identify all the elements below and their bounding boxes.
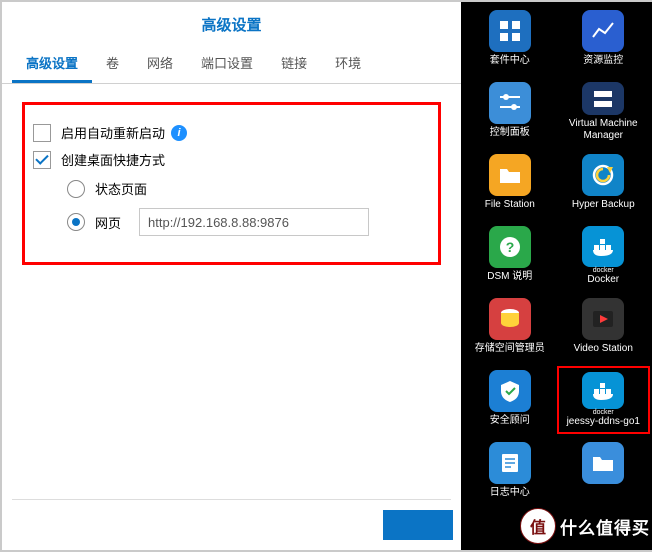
tab-env[interactable]: 环境 xyxy=(321,45,375,83)
web-page-radio[interactable] xyxy=(67,213,85,231)
status-page-label: 状态页面 xyxy=(95,179,147,198)
watermark-badge: 值 xyxy=(520,508,556,544)
auto-restart-label: 启用自动重新启动 xyxy=(61,123,165,142)
desktop-icon-7[interactable]: dockerDocker xyxy=(557,222,651,290)
desktop-icon-12[interactable]: 日志中心 xyxy=(463,438,557,506)
watermark: 值 什么值得买 xyxy=(520,508,650,544)
dialog-content: 启用自动重新启动 i 创建桌面快捷方式 状态页面 网页 xyxy=(2,84,461,283)
shortcut-label: 创建桌面快捷方式 xyxy=(61,150,165,169)
desktop-icon-label: 安全顾问 xyxy=(490,415,530,427)
tab-network[interactable]: 网络 xyxy=(133,45,187,83)
tab-advanced[interactable]: 高级设置 xyxy=(12,45,92,83)
desktop-icon-grid: 套件中心 资源监控控制面板 Virtual Machine Manager File … xyxy=(463,6,650,506)
desktop-icon-9[interactable]: Video Station xyxy=(557,294,651,362)
info-icon[interactable]: i xyxy=(171,125,187,141)
desktop-icon-label: jeessy-ddns-go1 xyxy=(567,416,640,428)
tab-link[interactable]: 链接 xyxy=(267,45,321,83)
desktop-icon-1[interactable]: 资源监控 xyxy=(557,6,651,74)
desktop-icon-label: 控制面板 xyxy=(490,127,530,139)
desktop-icon-4[interactable]: File Station xyxy=(463,150,557,218)
log-icon xyxy=(489,442,531,484)
tab-port[interactable]: 端口设置 xyxy=(187,45,267,83)
backup-icon xyxy=(582,154,624,196)
status-page-radio[interactable] xyxy=(67,180,85,198)
url-input[interactable] xyxy=(139,208,369,236)
desktop-icon-3[interactable]: Virtual Machine Manager xyxy=(557,78,651,146)
folder2-icon xyxy=(582,442,624,484)
svg-text:?: ? xyxy=(505,239,514,255)
play-icon xyxy=(582,298,624,340)
dialog-title: 高级设置 xyxy=(2,2,461,45)
desktop-icon-8[interactable]: 存储空间管理员 xyxy=(463,294,557,362)
desktop-icon-13[interactable] xyxy=(557,438,651,506)
docker-icon xyxy=(582,372,624,409)
server-icon xyxy=(582,82,624,115)
auto-restart-checkbox[interactable] xyxy=(33,124,51,142)
watermark-text: 什么值得买 xyxy=(560,514,650,539)
desktop-icon-2[interactable]: 控制面板 xyxy=(463,78,557,146)
highlight-annotation: 启用自动重新启动 i 创建桌面快捷方式 状态页面 网页 xyxy=(22,102,441,265)
desktop-area: 套件中心 资源监控控制面板 Virtual Machine Manager File … xyxy=(461,2,652,550)
desktop-icon-label: 资源监控 xyxy=(583,55,623,67)
desktop-icon-11[interactable]: dockerjeessy-ddns-go1 xyxy=(557,366,651,434)
sliders-icon xyxy=(489,82,531,124)
folder-icon xyxy=(489,154,531,196)
primary-button[interactable] xyxy=(383,510,453,540)
desktop-icon-label: 存储空间管理员 xyxy=(475,343,545,355)
desktop-icon-0[interactable]: 套件中心 xyxy=(463,6,557,74)
settings-dialog: 高级设置 高级设置 卷 网络 端口设置 链接 环境 启用自动重新启动 i 创建桌… xyxy=(2,2,461,550)
desktop-icon-10[interactable]: 安全顾问 xyxy=(463,366,557,434)
desktop-icon-label: 日志中心 xyxy=(490,487,530,499)
shield-icon xyxy=(489,370,531,412)
shortcut-checkbox[interactable] xyxy=(33,151,51,169)
desktop-icon-label: DSM 说明 xyxy=(487,271,532,283)
desktop-icon-label: Virtual Machine Manager xyxy=(559,118,649,142)
desktop-icon-label: 套件中心 xyxy=(490,55,530,67)
disk-icon xyxy=(489,298,531,340)
desktop-icon-label: Hyper Backup xyxy=(572,199,635,211)
desktop-icon-label: Docker xyxy=(587,274,619,286)
desktop-icon-5[interactable]: Hyper Backup xyxy=(557,150,651,218)
desktop-icon-label: File Station xyxy=(485,199,535,211)
chart-icon xyxy=(582,10,624,52)
help-icon: ? xyxy=(489,226,531,268)
tab-bar: 高级设置 卷 网络 端口设置 链接 环境 xyxy=(2,45,461,84)
desktop-icon-6[interactable]: ? DSM 说明 xyxy=(463,222,557,290)
footer-separator xyxy=(12,499,451,500)
docker-icon xyxy=(582,226,624,267)
web-page-label: 网页 xyxy=(95,213,121,232)
grid-icon xyxy=(489,10,531,52)
tab-volume[interactable]: 卷 xyxy=(92,45,133,83)
desktop-icon-label: Video Station xyxy=(574,343,633,355)
